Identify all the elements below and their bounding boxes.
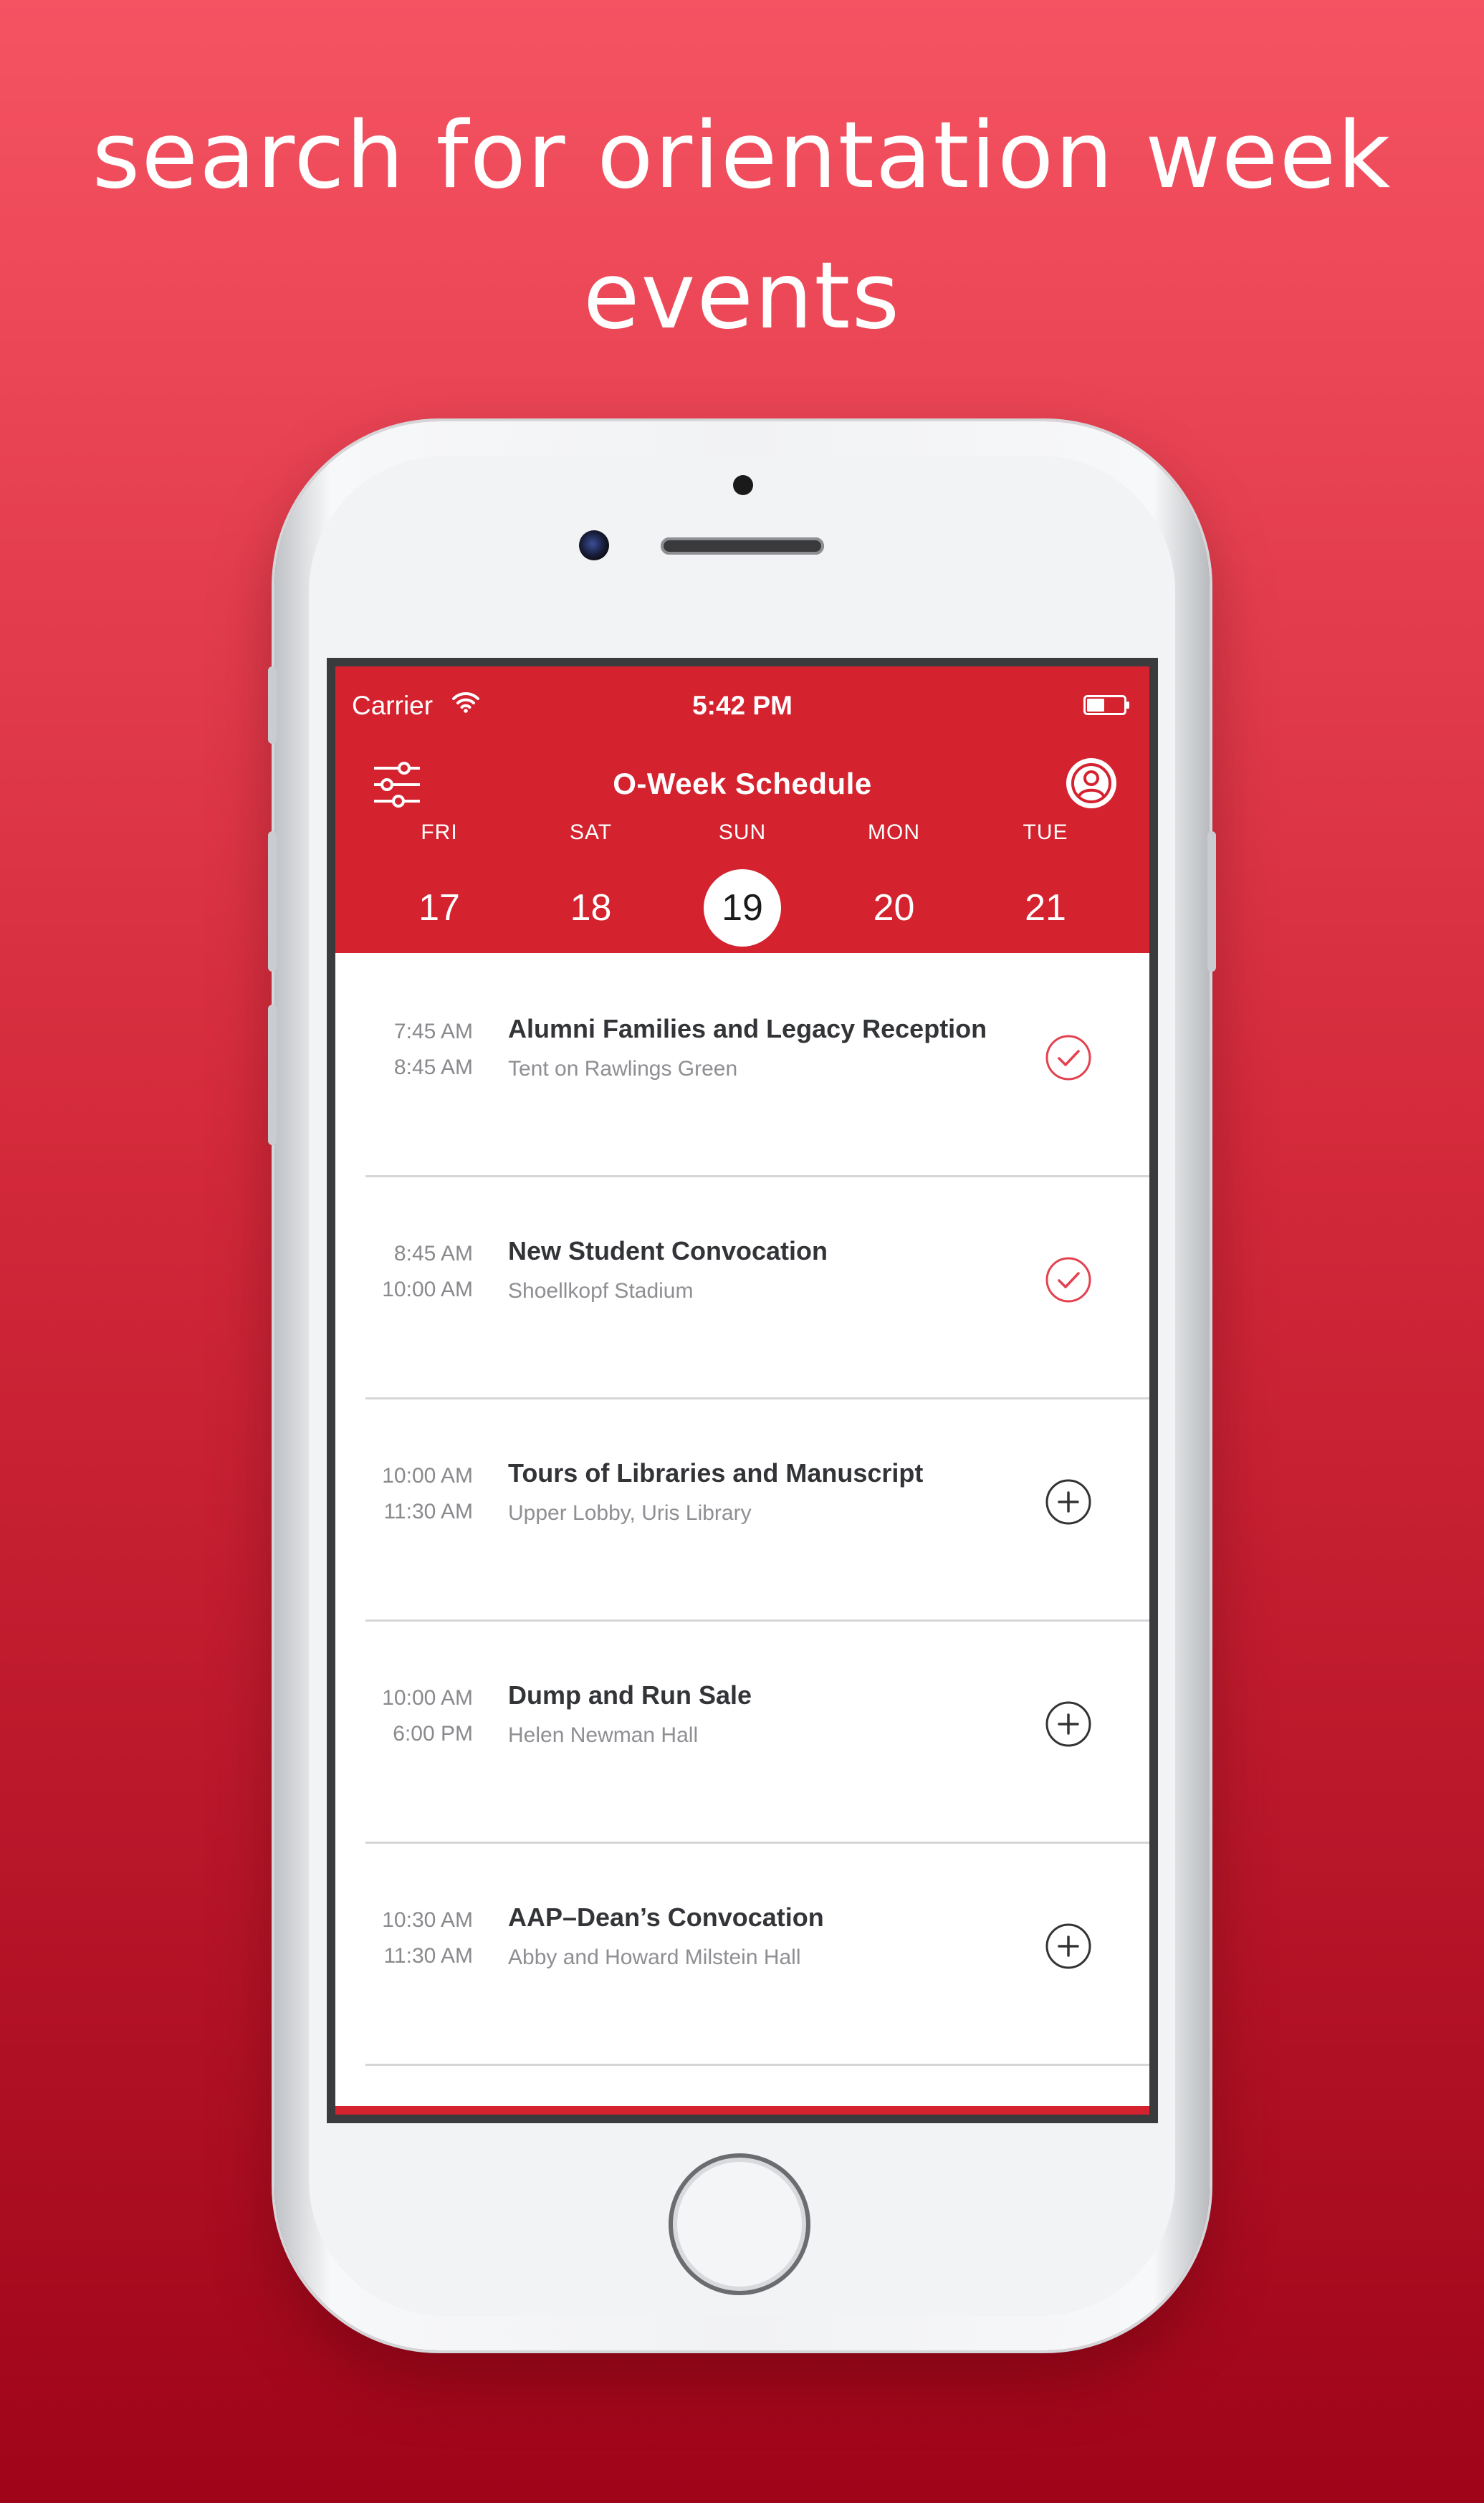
- page-title: O-Week Schedule: [613, 767, 872, 800]
- day-number: 20: [873, 887, 915, 929]
- event-title: Alumni Families and Legacy Reception: [508, 1014, 987, 1043]
- day-tue[interactable]: TUE 21: [970, 813, 1121, 946]
- home-button[interactable]: [669, 2153, 810, 2295]
- event-row[interactable]: 10:00 AM 11:30 AM Tours of Libraries and…: [365, 1397, 1149, 1622]
- day-name: SAT: [569, 820, 613, 844]
- event-row[interactable]: 7:45 AM 8:45 AM Alumni Families and Lega…: [365, 953, 1149, 1177]
- event-times: 8:45 AM 10:00 AM: [365, 1236, 473, 1308]
- plus-circle-icon[interactable]: [1045, 1923, 1092, 1970]
- battery-icon: [1083, 695, 1129, 715]
- event-location: Helen Newman Hall: [508, 1723, 699, 1747]
- event-end-time: 10:00 AM: [382, 1278, 473, 1301]
- event-location: Tent on Rawlings Green: [508, 1057, 738, 1081]
- event-start-time: 8:45 AM: [393, 1242, 473, 1265]
- day-fri[interactable]: FRI 17: [364, 813, 514, 946]
- event-start-time: 10:00 AM: [382, 1686, 473, 1710]
- plus-circle-icon[interactable]: [1045, 1478, 1092, 1526]
- event-start-time: 10:30 AM: [382, 1908, 473, 1932]
- status-time: 5:42 PM: [692, 691, 793, 720]
- event-end-time: 6:00 PM: [393, 1722, 473, 1746]
- headline-line-1: search for orientation week: [92, 102, 1392, 209]
- event-times: 10:30 AM 11:30 AM: [365, 1903, 473, 1974]
- day-mon[interactable]: MON 20: [819, 813, 970, 946]
- event-end-time: 11:30 AM: [383, 1944, 473, 1968]
- nav-bar: O-Week Schedule: [335, 745, 1149, 817]
- event-row[interactable]: 8:45 AM 10:00 AM New Student Convocation…: [365, 1175, 1149, 1399]
- day-name: SUN: [718, 820, 767, 844]
- event-title: Dump and Run Sale: [508, 1680, 752, 1710]
- event-row[interactable]: 10:30 AM 11:30 AM AAP–Dean’s Convocation…: [365, 1842, 1149, 2066]
- day-name: MON: [868, 820, 920, 844]
- event-location: Abby and Howard Milstein Hall: [508, 1946, 801, 1969]
- profile-icon[interactable]: [1065, 757, 1118, 810]
- bottom-strip: [335, 2106, 1149, 2115]
- day-name: TUE: [1023, 820, 1068, 844]
- earpiece-speaker: [661, 537, 824, 555]
- event-end-time: 8:45 AM: [393, 1056, 473, 1079]
- event-times: 10:00 AM 6:00 PM: [365, 1680, 473, 1752]
- day-sun[interactable]: SUN 19: [667, 813, 818, 947]
- event-list: 7:45 AM 8:45 AM Alumni Families and Lega…: [335, 953, 1149, 2106]
- proximity-sensor: [733, 475, 753, 495]
- front-camera: [579, 530, 609, 560]
- checkmark-circle-icon[interactable]: [1045, 1034, 1092, 1081]
- promo-headline: search for orientation week events: [0, 86, 1484, 367]
- day-name: FRI: [421, 820, 458, 844]
- event-location: Shoellkopf Stadium: [508, 1279, 694, 1303]
- status-bar: Carrier 5:42 PM: [335, 666, 1149, 745]
- volume-down-button: [268, 1005, 277, 1145]
- event-location: Upper Lobby, Uris Library: [508, 1501, 752, 1525]
- event-title: New Student Convocation: [508, 1236, 828, 1265]
- event-start-time: 10:00 AM: [382, 1464, 473, 1488]
- mute-switch: [268, 666, 277, 744]
- day-number-selected: 19: [704, 869, 781, 947]
- event-start-time: 7:45 AM: [393, 1020, 473, 1043]
- day-number: 21: [1025, 887, 1066, 929]
- event-times: 7:45 AM 8:45 AM: [365, 1014, 473, 1086]
- volume-up-button: [268, 831, 277, 972]
- day-number: 17: [418, 887, 460, 929]
- power-button: [1207, 831, 1216, 972]
- event-end-time: 11:30 AM: [383, 1500, 473, 1523]
- checkmark-circle-icon[interactable]: [1045, 1256, 1092, 1303]
- headline-line-2: events: [583, 243, 901, 350]
- event-title: AAP–Dean’s Convocation: [508, 1903, 824, 1932]
- plus-circle-icon[interactable]: [1045, 1700, 1092, 1748]
- event-title: Tours of Libraries and Manuscript: [508, 1458, 924, 1488]
- phone-screen: Carrier 5:42 PM O-Week Schedule FRI 17 S…: [327, 658, 1158, 2123]
- day-number: 18: [570, 887, 612, 929]
- event-times: 10:00 AM 11:30 AM: [365, 1458, 473, 1530]
- event-row[interactable]: 10:00 AM 6:00 PM Dump and Run Sale Helen…: [365, 1619, 1149, 1844]
- day-selector: FRI 17 SAT 18 SUN 19 MON 20 TUE 21: [364, 813, 1121, 947]
- app-screen: Carrier 5:42 PM O-Week Schedule FRI 17 S…: [335, 666, 1149, 2115]
- day-sat[interactable]: SAT 18: [516, 813, 666, 946]
